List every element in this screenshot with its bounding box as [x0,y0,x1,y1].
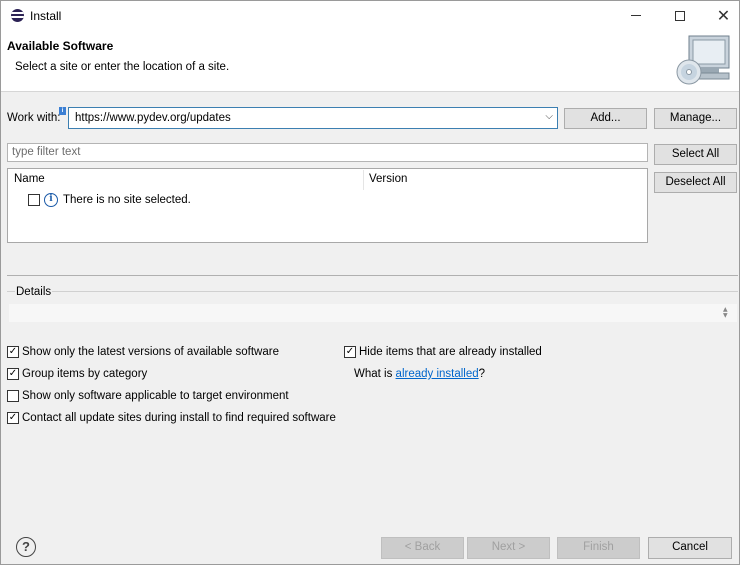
latest-versions-label[interactable]: Show only the latest versions of availab… [22,346,279,358]
latest-versions-checkbox[interactable]: ✓ [7,346,19,358]
add-button[interactable]: Add... [564,108,647,129]
work-with-value: https://www.pydev.org/updates [75,112,231,124]
hide-installed-checkbox[interactable]: ✓ [344,346,356,358]
info-icon: i [44,193,58,207]
contact-all-sites-checkbox[interactable]: ✓ [7,412,19,424]
already-installed-prompt: What is already installed? [354,368,485,380]
install-software-icon [676,35,730,85]
column-header-name[interactable]: Name [14,173,45,185]
maximize-button[interactable] [657,1,702,30]
details-text-area[interactable] [9,304,737,322]
wizard-banner: Available Software Select a site or ente… [1,30,739,92]
back-button[interactable]: < Back [381,537,464,559]
group-by-category-checkbox[interactable]: ✓ [7,368,19,380]
title-bar: Install ✕ [1,1,739,30]
chevron-down-icon[interactable]: ⌵ [545,111,553,122]
finish-button[interactable]: Finish [557,537,640,559]
tree-row-text: There is no site selected. [63,194,191,206]
sash-divider[interactable] [7,275,738,276]
already-installed-prefix: What is [354,368,396,380]
contact-all-sites-label[interactable]: Contact all update sites during install … [22,412,336,424]
hide-installed-label[interactable]: Hide items that are already installed [359,346,542,358]
target-environment-checkbox[interactable] [7,390,19,402]
already-installed-suffix: ? [478,368,486,380]
manage-button[interactable]: Manage... [654,108,737,129]
work-with-label: Work with: [7,112,61,124]
maximize-icon [674,10,685,21]
deselect-all-button[interactable]: Deselect All [654,172,737,193]
column-header-version[interactable]: Version [369,173,407,185]
page-description: Select a site or enter the location of a… [15,61,230,73]
help-icon[interactable]: ? [16,537,36,557]
filter-input[interactable]: type filter text [7,143,648,162]
eclipse-icon [11,9,24,22]
content-assist-icon: i [59,107,66,115]
close-icon: ✕ [716,5,731,25]
cancel-button[interactable]: Cancel [648,537,732,559]
software-tree[interactable]: Name Version i There is no site selected… [7,168,648,243]
filter-placeholder: type filter text [12,146,81,158]
column-divider[interactable] [363,170,364,190]
tree-row-checkbox[interactable] [28,194,40,206]
select-all-button[interactable]: Select All [654,144,737,165]
minimize-button[interactable] [613,1,658,30]
next-button[interactable]: Next > [467,537,550,559]
window-title: Install [30,9,62,23]
already-installed-link[interactable]: already installed [396,368,479,380]
details-label: Details [15,286,53,298]
minimize-icon [630,15,641,16]
target-environment-label[interactable]: Show only software applicable to target … [22,390,289,402]
page-title: Available Software [7,39,114,53]
group-by-category-label[interactable]: Group items by category [22,368,147,380]
details-scroll-arrows-icon[interactable]: ▲ ▼ [723,307,728,319]
close-button[interactable]: ✕ [701,1,740,30]
install-dialog: Install ✕ Available Software Select a si… [0,0,740,565]
work-with-combo[interactable]: https://www.pydev.org/updates ⌵ [68,107,558,129]
